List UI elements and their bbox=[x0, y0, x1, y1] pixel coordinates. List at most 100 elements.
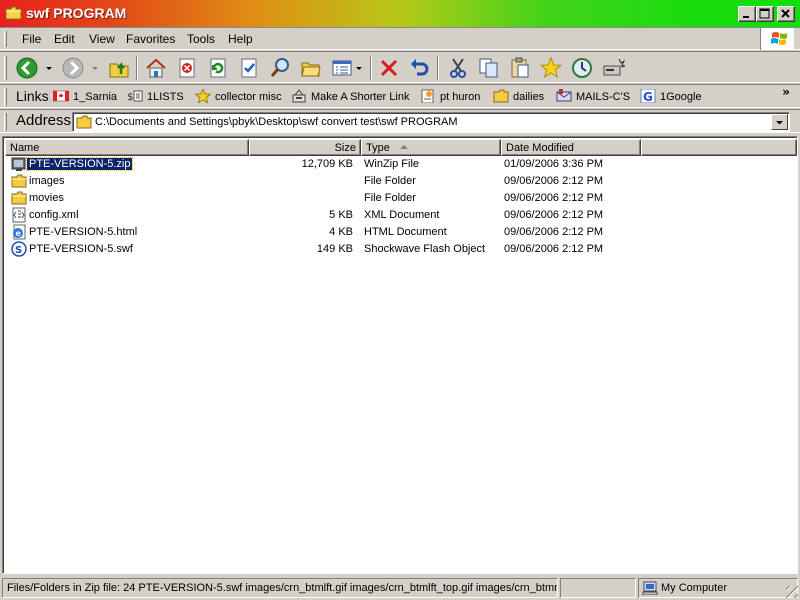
edit-icon bbox=[241, 58, 257, 78]
html-icon: e bbox=[13, 224, 26, 240]
file-name[interactable]: PTE-VERSION-5.swf bbox=[29, 243, 133, 255]
minimize-button[interactable] bbox=[738, 6, 756, 22]
file-name[interactable]: images bbox=[29, 175, 64, 187]
standard-toolbar bbox=[0, 51, 800, 83]
link-1google[interactable]: G 1Google bbox=[640, 89, 702, 105]
link-make-a-shorter-link[interactable]: Make A Shorter Link bbox=[291, 89, 409, 105]
address-dropdown-button[interactable] bbox=[771, 114, 788, 130]
forward-button[interactable] bbox=[60, 55, 86, 81]
menu-tools-label: Tools bbox=[187, 32, 216, 46]
column-size[interactable]: Size bbox=[249, 139, 361, 156]
paste-icon bbox=[511, 57, 529, 78]
menu-tools[interactable]: Tools bbox=[187, 32, 215, 46]
folders-button[interactable] bbox=[298, 55, 324, 81]
title-bar[interactable]: swf PROGRAM bbox=[0, 0, 800, 28]
menu-bar: File Edit View Favorites Tools Help bbox=[0, 28, 800, 50]
home-icon bbox=[146, 58, 166, 78]
toolbar-grip[interactable] bbox=[4, 56, 7, 80]
file-list[interactable]: Name Size Type Date Modified PTE-VERSION… bbox=[2, 136, 798, 574]
home-button[interactable] bbox=[143, 55, 169, 81]
menu-view[interactable]: View bbox=[89, 32, 115, 46]
resize-grip[interactable] bbox=[786, 586, 798, 598]
links-label: Links bbox=[16, 88, 49, 104]
back-dropdown-button[interactable] bbox=[42, 55, 56, 81]
status-bar: Files/Folders in Zip file: 24 PTE-VERSIO… bbox=[0, 576, 800, 600]
views-icon bbox=[332, 60, 362, 76]
forward-dropdown-button[interactable] bbox=[88, 55, 102, 81]
views-button[interactable] bbox=[329, 55, 365, 81]
file-size: 5 KB bbox=[329, 209, 353, 221]
toolbar-separator bbox=[370, 56, 372, 80]
column-date-label: Date Modified bbox=[506, 142, 574, 154]
address-bar: Address C:\Documents and Settings\pbyk\D… bbox=[0, 109, 800, 133]
link-1lists[interactable]: $1LISTS bbox=[127, 89, 184, 105]
address-grip[interactable] bbox=[4, 113, 7, 131]
history-icon bbox=[572, 58, 592, 78]
file-name[interactable]: movies bbox=[29, 192, 64, 204]
link-mails-cs[interactable]: MAILS-C'S bbox=[556, 89, 630, 105]
link-1-sarnia[interactable]: 1_Sarnia bbox=[53, 89, 117, 105]
copy-icon bbox=[479, 58, 498, 78]
sort-ascending-icon bbox=[399, 145, 408, 149]
toolbar-separator bbox=[437, 56, 439, 80]
file-name[interactable]: PTE-VERSION-5.zip bbox=[25, 157, 134, 171]
file-row[interactable]: S PTE-VERSION-5.swf 149 KB Shockwave Fla… bbox=[5, 241, 797, 258]
links-overflow-button[interactable]: » bbox=[782, 85, 790, 99]
windows-logo bbox=[760, 28, 794, 50]
column-name[interactable]: Name bbox=[5, 139, 249, 156]
column-name-label: Name bbox=[10, 142, 40, 154]
address-value: C:\Documents and Settings\pbyk\Desktop\s… bbox=[95, 116, 458, 128]
map-drive-button[interactable] bbox=[600, 55, 626, 81]
file-row[interactable]: e PTE-VERSION-5.html 4 KB HTML Document … bbox=[5, 224, 797, 241]
link-dailies[interactable]: dailies bbox=[493, 89, 544, 105]
close-button[interactable] bbox=[777, 6, 795, 22]
file-type: File Folder bbox=[364, 175, 416, 187]
windows-flag-icon bbox=[771, 32, 787, 45]
edit-button[interactable] bbox=[236, 55, 262, 81]
maximize-button[interactable] bbox=[756, 6, 774, 22]
history-button[interactable] bbox=[569, 55, 595, 81]
file-name[interactable]: config.xml bbox=[29, 209, 79, 221]
link-label: MAILS-C'S bbox=[576, 91, 631, 104]
links-grip[interactable] bbox=[4, 88, 7, 106]
search-button[interactable] bbox=[267, 55, 293, 81]
copy-button[interactable] bbox=[476, 55, 502, 81]
toolbar-separator bbox=[136, 56, 138, 80]
svg-text:e: e bbox=[16, 229, 22, 238]
menubar-grip[interactable] bbox=[4, 31, 7, 47]
address-input[interactable]: C:\Documents and Settings\pbyk\Desktop\s… bbox=[72, 112, 790, 132]
link-collector-misc[interactable]: collector misc bbox=[195, 89, 282, 105]
column-type[interactable]: Type bbox=[361, 139, 501, 156]
file-size: 12,709 KB bbox=[301, 158, 353, 170]
file-row[interactable]: PTE-VERSION-5.zip 12,709 KB WinZip File … bbox=[5, 156, 797, 173]
paste-button[interactable] bbox=[507, 55, 533, 81]
up-folder-icon bbox=[109, 61, 129, 78]
delete-button[interactable] bbox=[376, 55, 402, 81]
stop-button[interactable] bbox=[174, 55, 200, 81]
cut-button[interactable] bbox=[445, 55, 471, 81]
file-date: 09/06/2006 2:12 PM bbox=[504, 243, 604, 255]
menu-file[interactable]: File bbox=[22, 32, 41, 46]
undo-button[interactable] bbox=[406, 55, 432, 81]
file-row[interactable]: images File Folder 09/06/2006 2:12 PM bbox=[5, 173, 797, 190]
up-folder-button[interactable] bbox=[106, 55, 132, 81]
column-date-modified[interactable]: Date Modified bbox=[501, 139, 641, 156]
file-row[interactable]: movies File Folder 09/06/2006 2:12 PM bbox=[5, 190, 797, 207]
back-button[interactable] bbox=[14, 55, 40, 81]
xml-icon bbox=[12, 207, 26, 223]
undo-icon bbox=[411, 59, 429, 76]
file-date: 09/06/2006 2:12 PM bbox=[504, 226, 604, 238]
refresh-button[interactable] bbox=[205, 55, 231, 81]
link-pt-huron[interactable]: pt huron bbox=[420, 89, 480, 105]
menu-favorites[interactable]: Favorites bbox=[126, 32, 175, 46]
menu-edit[interactable]: Edit bbox=[54, 32, 75, 46]
address-label: Address bbox=[16, 112, 72, 129]
svg-text:$: $ bbox=[127, 92, 133, 103]
file-row[interactable]: config.xml 5 KB XML Document 09/06/2006 … bbox=[5, 207, 797, 224]
file-name[interactable]: PTE-VERSION-5.html bbox=[29, 226, 137, 238]
favorites-button[interactable] bbox=[538, 55, 564, 81]
page-icon bbox=[421, 89, 434, 103]
menu-view-label: View bbox=[89, 32, 115, 46]
menu-help[interactable]: Help bbox=[228, 32, 253, 46]
folder-icon bbox=[11, 174, 27, 188]
